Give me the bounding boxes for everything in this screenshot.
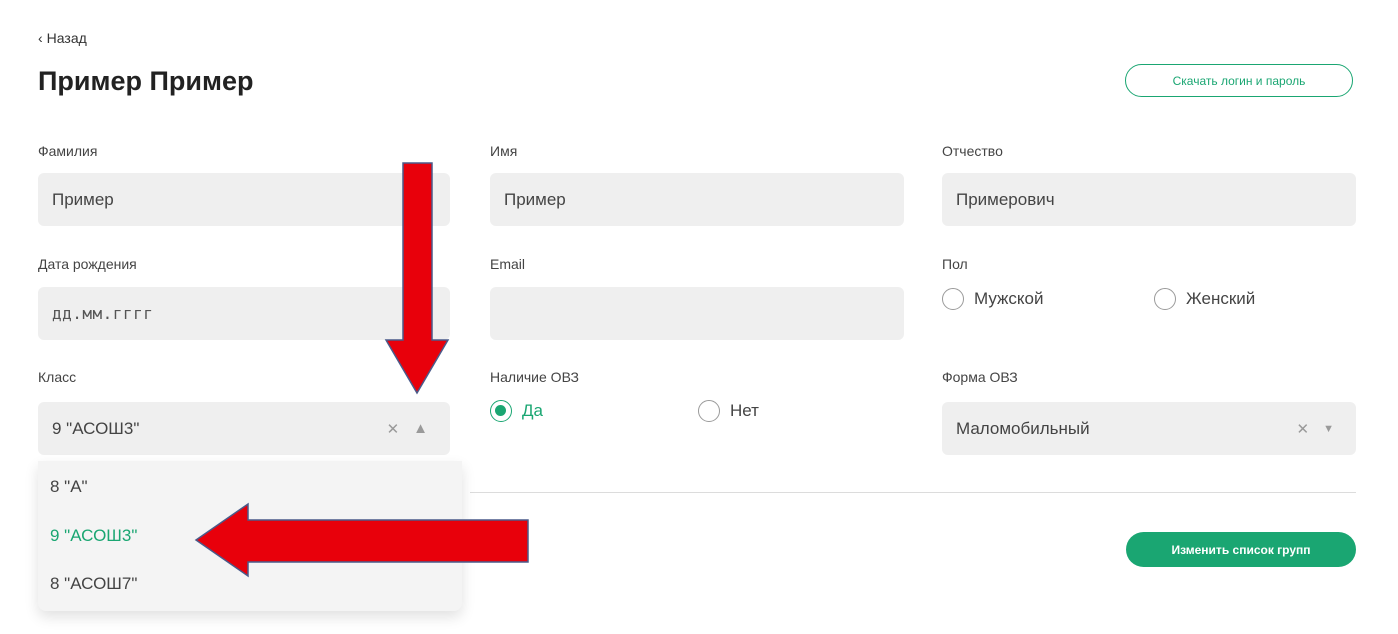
patronymic-label: Отчество xyxy=(942,143,1003,159)
ovz-form-select[interactable]: Маломобильный ✕ ▼ xyxy=(942,402,1356,455)
divider xyxy=(470,492,1356,493)
class-select-value: 9 "АСОШ3" xyxy=(52,418,140,438)
email-field[interactable] xyxy=(490,287,904,340)
birthdate-label: Дата рождения xyxy=(38,256,137,272)
ovz-yes-radio[interactable]: Да xyxy=(490,400,698,422)
chevron-left-icon: ‹ xyxy=(38,30,43,46)
gender-male-label: Мужской xyxy=(974,289,1044,308)
page-title: Пример Пример xyxy=(38,66,254,96)
name-label: Имя xyxy=(490,143,518,159)
class-dropdown-menu: 8 "А" 9 "АСОШ3" 8 "АСОШ7" xyxy=(38,461,462,611)
ovz-yes-label: Да xyxy=(522,401,543,420)
surname-label: Фамилия xyxy=(38,143,98,159)
radio-circle-icon xyxy=(1154,288,1176,310)
email-label: Email xyxy=(490,256,526,272)
back-link[interactable]: ‹ Назад xyxy=(38,30,87,46)
dropdown-option[interactable]: 8 "А" xyxy=(50,477,88,497)
gender-radio-group: Мужской Женский xyxy=(942,288,1255,310)
caret-up-icon[interactable]: ▲ xyxy=(413,420,428,437)
close-icon[interactable]: ✕ xyxy=(1297,420,1310,438)
name-field[interactable]: Пример xyxy=(490,173,904,226)
ovz-form-select-value: Маломобильный xyxy=(956,418,1090,438)
close-icon[interactable]: ✕ xyxy=(387,420,400,438)
dropdown-option[interactable]: 8 "АСОШ7" xyxy=(50,574,137,594)
surname-field[interactable]: Пример xyxy=(38,173,450,226)
ovz-no-label: Нет xyxy=(730,401,759,420)
class-label: Класс xyxy=(38,369,77,385)
ovz-form-label: Форма ОВЗ xyxy=(942,369,1018,385)
download-credentials-button[interactable]: Скачать логин и пароль xyxy=(1125,64,1353,97)
patronymic-field[interactable]: Примерович xyxy=(942,173,1356,226)
back-link-label: Назад xyxy=(46,30,87,46)
birthdate-field[interactable]: дд.мм.гггг xyxy=(38,287,450,340)
change-groups-button[interactable]: Изменить список групп xyxy=(1126,532,1356,567)
radio-checked-icon xyxy=(490,400,512,422)
caret-down-icon[interactable]: ▼ xyxy=(1323,423,1334,435)
gender-female-label: Женский xyxy=(1186,289,1256,308)
gender-female-radio[interactable]: Женский xyxy=(1154,288,1255,310)
ovz-no-radio[interactable]: Нет xyxy=(698,400,759,422)
radio-circle-icon xyxy=(698,400,720,422)
class-select[interactable]: 9 "АСОШ3" ✕ ▲ xyxy=(38,402,450,455)
ovz-label: Наличие ОВЗ xyxy=(490,369,579,385)
radio-circle-icon xyxy=(942,288,964,310)
dropdown-option-selected[interactable]: 9 "АСОШ3" xyxy=(50,526,137,546)
ovz-radio-group: Да Нет xyxy=(490,400,759,422)
gender-male-radio[interactable]: Мужской xyxy=(942,288,1154,310)
gender-label: Пол xyxy=(942,256,968,272)
